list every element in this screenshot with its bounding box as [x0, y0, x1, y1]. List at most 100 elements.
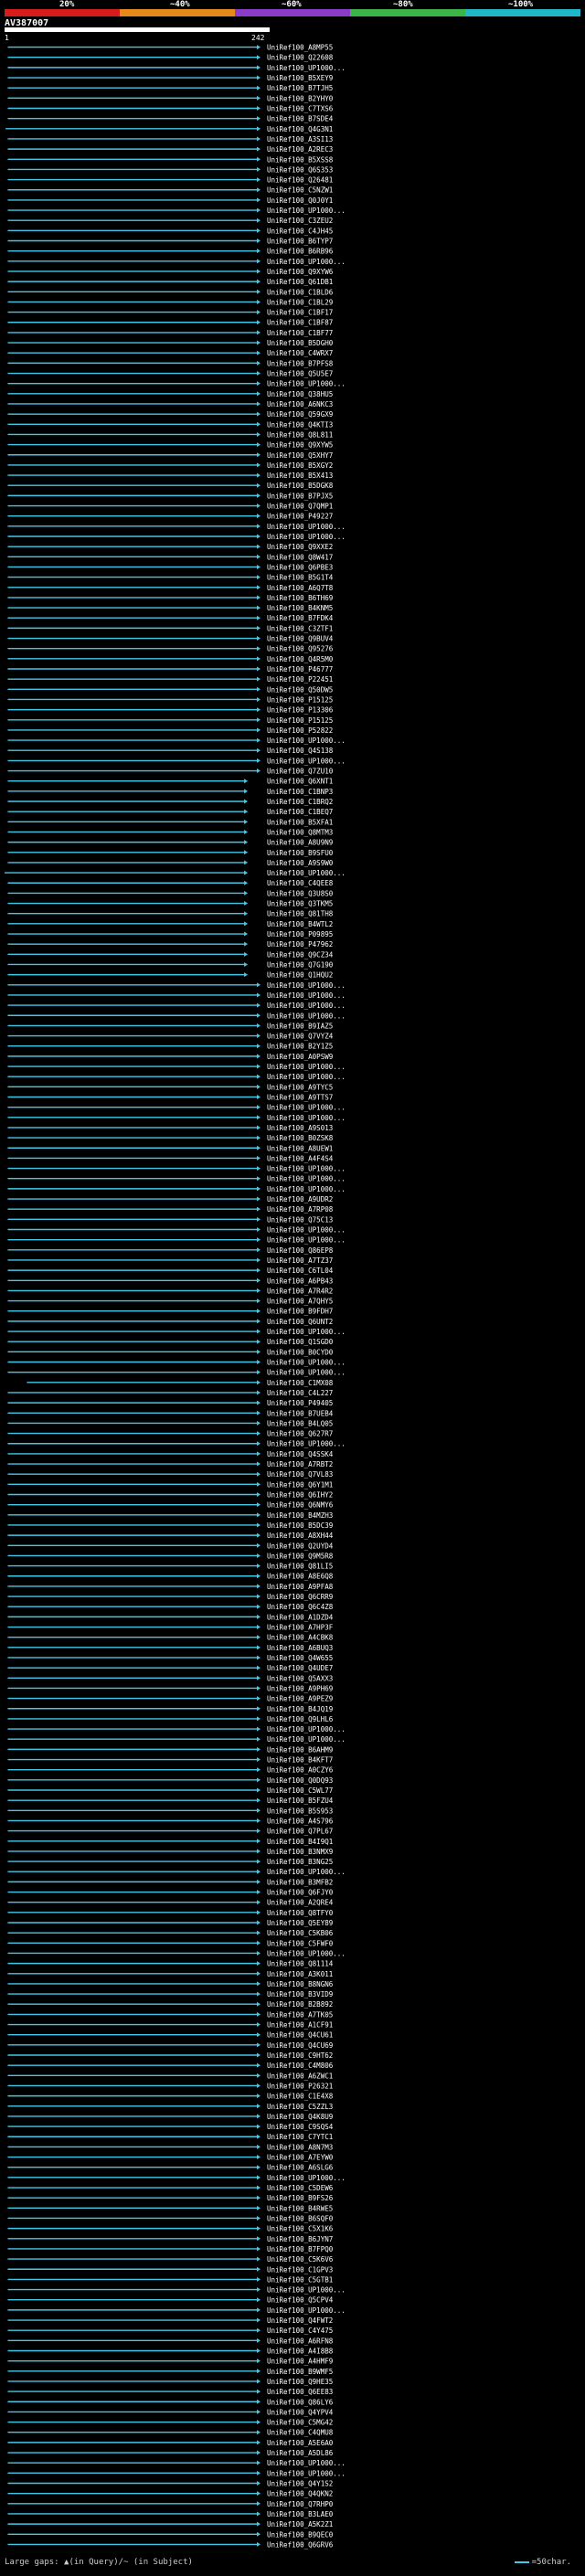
hit-label[interactable]: UniRef100_Q8W417: [267, 553, 333, 561]
hit-label[interactable]: UniRef100_B6JYN7: [267, 2235, 333, 2243]
hit-label[interactable]: UniRef100_B4WTL2: [267, 920, 333, 928]
hit-label[interactable]: UniRef100_C1BRQ2: [267, 798, 333, 806]
hit-label[interactable]: UniRef100_Q4YPV4: [267, 2408, 334, 2416]
hit-label[interactable]: UniRef100_C5FWF0: [267, 1939, 334, 1947]
hit-label[interactable]: UniRef100_Q6FJY0: [267, 1889, 334, 1897]
hit-label[interactable]: UniRef100_A4CBK8: [267, 1634, 334, 1642]
hit-label[interactable]: UniRef100_B4MZH3: [267, 1511, 333, 1520]
hit-label[interactable]: UniRef100_A9PEZ9: [267, 1695, 333, 1703]
hit-label[interactable]: UniRef100_Q61DB1: [267, 278, 333, 286]
hit-label[interactable]: UniRef100_A6PB43: [267, 1277, 333, 1285]
hit-label[interactable]: UniRef100_B9IAZ5: [267, 1022, 333, 1030]
hit-label[interactable]: UniRef100_Q4QKN2: [267, 2490, 333, 2498]
hit-label[interactable]: UniRef100_Q4KTI3: [267, 420, 333, 429]
hit-label[interactable]: UniRef100_Q6C4Z8: [267, 1603, 334, 1611]
hit-label[interactable]: UniRef100_B7FPQ0: [267, 2245, 334, 2253]
hit-label[interactable]: UniRef100_A1DZD4: [267, 1613, 334, 1621]
hit-label[interactable]: UniRef100_Q7G190: [267, 960, 334, 969]
hit-label[interactable]: UniRef100_A5K2Z1: [267, 2520, 333, 2528]
hit-label[interactable]: UniRef100_B7PJX5: [267, 492, 333, 500]
hit-label[interactable]: UniRef100_B6TH69: [267, 594, 333, 602]
hit-label[interactable]: UniRef100_Q26481: [267, 176, 333, 185]
hit-label[interactable]: UniRef100_Q7RHP0: [267, 2500, 334, 2508]
hit-label[interactable]: UniRef100_Q7QMP1: [267, 503, 333, 511]
hit-label[interactable]: UniRef100_B7UEB4: [267, 1409, 334, 1417]
hit-label[interactable]: UniRef100_A9TYC5: [267, 1083, 333, 1091]
hit-label[interactable]: UniRef100_Q627R7: [267, 1430, 333, 1438]
hit-label[interactable]: UniRef100_A9PH69: [267, 1684, 333, 1692]
hit-label[interactable]: UniRef100_UP1000...: [267, 991, 346, 1000]
hit-label[interactable]: UniRef100_B3NMX9: [267, 1848, 333, 1856]
hit-label[interactable]: UniRef100_Q86EP8: [267, 1246, 334, 1255]
hit-label[interactable]: UniRef100_B8NGN6: [267, 1980, 334, 1988]
hit-label[interactable]: UniRef100_C7TXS6: [267, 105, 334, 113]
hit-label[interactable]: UniRef100_B4KNM5: [267, 604, 333, 612]
hit-label[interactable]: UniRef100_Q86LY6: [267, 2398, 334, 2406]
hit-label[interactable]: UniRef100_UP1000...: [267, 1868, 346, 1876]
hit-label[interactable]: UniRef100_A7TZ37: [267, 1256, 333, 1265]
hit-label[interactable]: UniRef100_Q4K8U9: [267, 2113, 333, 2121]
hit-label[interactable]: UniRef100_UP1000...: [267, 1063, 346, 1071]
hit-label[interactable]: UniRef100_B6TYP7: [267, 238, 333, 246]
hit-label[interactable]: UniRef100_A7QHY5: [267, 1298, 333, 1306]
hit-label[interactable]: UniRef100_P26321: [267, 2082, 333, 2090]
hit-label[interactable]: UniRef100_UP1000...: [267, 533, 346, 541]
hit-label[interactable]: UniRef100_Q4FWT2: [267, 2316, 333, 2325]
hit-label[interactable]: UniRef100_C3ZEU2: [267, 217, 333, 225]
hit-label[interactable]: UniRef100_Q5EY89: [267, 1919, 333, 1927]
hit-label[interactable]: UniRef100_B3MFB2: [267, 1878, 333, 1886]
hit-label[interactable]: UniRef100_UP1000...: [267, 1725, 346, 1733]
hit-label[interactable]: UniRef100_Q75C13: [267, 1215, 333, 1224]
hit-label[interactable]: UniRef100_Q6PBE3: [267, 563, 333, 571]
hit-label[interactable]: UniRef100_A6SLG6: [267, 2164, 334, 2172]
hit-label[interactable]: UniRef100_Q9XYW5: [267, 441, 333, 450]
hit-label[interactable]: UniRef100_Q81LI5: [267, 1563, 333, 1571]
hit-label[interactable]: UniRef100_A7EYW0: [267, 2154, 334, 2162]
hit-label[interactable]: UniRef100_Q50DW5: [267, 685, 333, 694]
hit-label[interactable]: UniRef100_UP1000...: [267, 981, 346, 990]
hit-label[interactable]: UniRef100_B4LQ05: [267, 1419, 333, 1427]
hit-label[interactable]: UniRef100_B6AHM9: [267, 1745, 333, 1754]
hit-label[interactable]: UniRef100_C4L227: [267, 1389, 333, 1397]
hit-label[interactable]: UniRef100_Q6S353: [267, 165, 333, 174]
hit-label[interactable]: UniRef100_UP1000...: [267, 1175, 346, 1183]
hit-label[interactable]: UniRef100_C4JH45: [267, 227, 333, 235]
hit-label[interactable]: UniRef100_Q3U8S0: [267, 889, 334, 897]
hit-label[interactable]: UniRef100_A3SI13: [267, 135, 333, 143]
hit-label[interactable]: UniRef100_C4QMU8: [267, 2429, 334, 2437]
hit-label[interactable]: UniRef100_Q9M5R8: [267, 1552, 334, 1560]
hit-label[interactable]: UniRef100_A7R4R2: [267, 1287, 333, 1295]
hit-label[interactable]: UniRef100_Q38HU5: [267, 390, 333, 398]
hit-label[interactable]: UniRef100_B6SQF0: [267, 2214, 334, 2222]
hit-label[interactable]: UniRef100_B7SDE4: [267, 115, 334, 123]
hit-label[interactable]: UniRef100_B9FS26: [267, 2194, 334, 2202]
hit-label[interactable]: UniRef100_C5K6V6: [267, 2255, 334, 2263]
hit-label[interactable]: UniRef100_B3VID9: [267, 1990, 333, 1998]
hit-label[interactable]: UniRef100_B2B892: [267, 2000, 333, 2009]
hit-label[interactable]: UniRef100_C3ZTF1: [267, 624, 333, 632]
hit-label[interactable]: UniRef100_B4KFT7: [267, 1756, 333, 1765]
hit-label[interactable]: UniRef100_C5KB06: [267, 1929, 334, 1937]
hit-label[interactable]: UniRef100_P15125: [267, 716, 333, 725]
hit-label[interactable]: UniRef100_C6TL04: [267, 1267, 334, 1275]
hit-label[interactable]: UniRef100_B9FDH7: [267, 1308, 333, 1316]
hit-label[interactable]: UniRef100_B3LAE0: [267, 2510, 334, 2518]
hit-label[interactable]: UniRef100_B9QEC0: [267, 2530, 334, 2539]
hit-label[interactable]: UniRef100_A7RBT2: [267, 1460, 333, 1468]
hit-label[interactable]: UniRef100_B7TJH5: [267, 84, 333, 92]
hit-label[interactable]: UniRef100_C5X1K6: [267, 2225, 334, 2233]
hit-label[interactable]: UniRef100_UP1000...: [267, 1114, 346, 1122]
hit-label[interactable]: UniRef100_A4HMF9: [267, 2358, 333, 2366]
hit-label[interactable]: UniRef100_Q6NMY6: [267, 1501, 334, 1510]
hit-label[interactable]: UniRef100_A4F4S4: [267, 1154, 334, 1162]
hit-label[interactable]: UniRef100_Q6Y1M1: [267, 1480, 333, 1489]
hit-label[interactable]: UniRef100_UP1000...: [267, 1236, 346, 1245]
hit-label[interactable]: UniRef100_Q1SGD0: [267, 1338, 334, 1346]
hit-label[interactable]: UniRef100_Q6EE83: [267, 2388, 333, 2396]
hit-label[interactable]: UniRef100_B4RWE5: [267, 2204, 333, 2212]
hit-label[interactable]: UniRef100_UP1000...: [267, 1735, 346, 1744]
hit-label[interactable]: UniRef100_Q8L811: [267, 430, 333, 439]
hit-label[interactable]: UniRef100_Q9LHL6: [267, 1715, 334, 1723]
hit-label[interactable]: UniRef100_A2REC3: [267, 145, 333, 154]
hit-label[interactable]: UniRef100_A6ZWC1: [267, 2072, 333, 2080]
